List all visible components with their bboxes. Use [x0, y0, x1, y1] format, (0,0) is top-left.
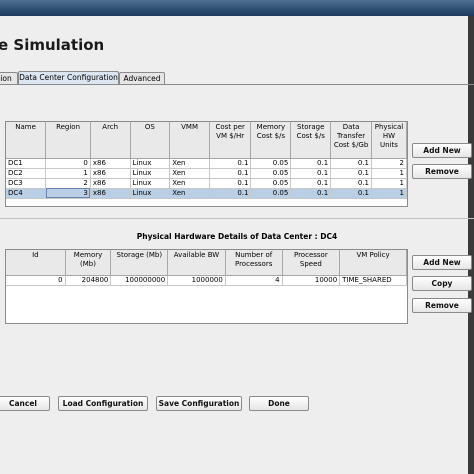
table-cell[interactable]: x86 — [90, 168, 131, 179]
table-cell[interactable]: 2 — [371, 158, 407, 169]
table-cell[interactable]: 0.1 — [290, 158, 332, 169]
table-cell[interactable]: DC2 — [6, 168, 47, 179]
column-header[interactable]: Region — [45, 122, 91, 159]
table-cell[interactable]: 0.1 — [290, 188, 332, 199]
table-cell[interactable]: Linux — [130, 168, 171, 179]
table-cell[interactable]: DC1 — [6, 158, 47, 169]
table-cell[interactable]: 10000 — [282, 275, 341, 286]
column-header[interactable]: Processor Speed — [282, 250, 341, 276]
column-header[interactable]: Memory Cost $/s — [250, 122, 292, 159]
table-cell[interactable]: 0.05 — [250, 178, 292, 189]
datacenter-table[interactable]: Name Region Arch OS VMM Cost per VM $/Hr… — [5, 121, 408, 207]
table-cell[interactable]: 1000000 — [167, 275, 226, 286]
column-header[interactable]: OS — [130, 122, 171, 159]
column-header[interactable]: Available BW — [167, 250, 226, 276]
page-title: e Simulation — [0, 36, 105, 54]
column-header[interactable]: VMM — [169, 122, 210, 159]
column-header[interactable]: Storage (Mb) — [110, 250, 169, 276]
table-cell[interactable]: 0.1 — [209, 158, 252, 169]
table-cell[interactable]: TIME_SHARED — [339, 275, 407, 286]
table-cell[interactable]: x86 — [90, 188, 131, 199]
column-header[interactable]: Number of Processors — [225, 250, 283, 276]
table-cell[interactable]: 100000000 — [110, 275, 169, 286]
tab-data-center-configuration[interactable]: Data Center Configuration — [18, 71, 119, 85]
column-header[interactable]: Id — [6, 250, 66, 276]
column-header[interactable]: Name — [6, 122, 47, 159]
hardware-section-title: Physical Hardware Details of Data Center… — [136, 232, 338, 241]
hardware-header-row: Id Memory (Mb) Storage (Mb) Available BW… — [6, 250, 407, 276]
table-cell[interactable]: 0 — [45, 158, 91, 169]
column-header[interactable]: Data Transfer Cost $/Gb — [330, 122, 372, 159]
datacenter-header-row: Name Region Arch OS VMM Cost per VM $/Hr… — [6, 122, 407, 159]
table-row-selected[interactable]: DC4 3 x86 Linux Xen 0.1 0.05 0.1 0.1 1 — [6, 188, 407, 199]
table-row[interactable]: DC3 2 x86 Linux Xen 0.1 0.05 0.1 0.1 1 — [6, 178, 407, 189]
table-cell[interactable]: 0.05 — [250, 168, 292, 179]
table-cell[interactable]: 0.05 — [250, 158, 292, 169]
window-titlebar[interactable] — [0, 0, 474, 16]
column-header[interactable]: Arch — [90, 122, 131, 159]
table-cell[interactable]: 0.1 — [209, 168, 252, 179]
column-header[interactable]: Memory (Mb) — [65, 250, 112, 276]
table-cell[interactable]: 0.1 — [290, 168, 332, 179]
table-cell[interactable]: 2 — [45, 178, 91, 189]
table-cell[interactable]: 1 — [371, 168, 407, 179]
table-cell[interactable]: Xen — [169, 188, 210, 199]
table-cell[interactable]: 0.1 — [209, 178, 252, 189]
table-cell[interactable]: 0.1 — [209, 188, 252, 199]
column-header[interactable]: Cost per VM $/Hr — [209, 122, 252, 159]
load-configuration-button[interactable]: Load Configuration — [58, 396, 148, 411]
table-row[interactable]: 0 204800 100000000 1000000 4 10000 TIME_… — [6, 275, 407, 286]
table-cell[interactable]: 1 — [371, 178, 407, 189]
table-cell[interactable]: 0.1 — [290, 178, 332, 189]
cancel-button[interactable]: Cancel — [0, 396, 50, 411]
remove-hardware-button[interactable]: Remove — [412, 298, 472, 313]
table-cell[interactable]: Linux — [130, 158, 171, 169]
table-cell[interactable]: Xen — [169, 178, 210, 189]
table-cell[interactable]: x86 — [90, 158, 131, 169]
table-cell[interactable]: 0.1 — [330, 188, 372, 199]
table-cell[interactable]: 1 — [371, 188, 407, 199]
save-configuration-button[interactable]: Save Configuration — [156, 396, 242, 411]
datacenter-grid: Name Region Arch OS VMM Cost per VM $/Hr… — [6, 122, 407, 199]
column-header[interactable]: Physical HW Units — [371, 122, 407, 159]
table-row[interactable]: DC2 1 x86 Linux Xen 0.1 0.05 0.1 0.1 1 — [6, 168, 407, 179]
table-cell[interactable]: Xen — [169, 168, 210, 179]
table-cell[interactable]: DC3 — [6, 178, 47, 189]
add-hardware-button[interactable]: Add New — [412, 255, 472, 270]
hardware-grid: Id Memory (Mb) Storage (Mb) Available BW… — [6, 250, 407, 286]
table-cell[interactable]: DC4 — [6, 188, 47, 199]
table-cell[interactable]: 204800 — [65, 275, 112, 286]
copy-hardware-button[interactable]: Copy — [412, 276, 472, 291]
done-button[interactable]: Done — [249, 396, 309, 411]
table-cell[interactable]: 4 — [225, 275, 283, 286]
table-cell[interactable]: Xen — [169, 158, 210, 169]
table-row[interactable]: DC1 0 x86 Linux Xen 0.1 0.05 0.1 0.1 2 — [6, 158, 407, 169]
table-cell[interactable]: 0.1 — [330, 158, 372, 169]
column-header[interactable]: Storage Cost $/s — [290, 122, 332, 159]
table-cell[interactable]: 0.05 — [250, 188, 292, 199]
table-cell[interactable]: 1 — [45, 168, 91, 179]
table-cell[interactable]: Linux — [130, 178, 171, 189]
remove-datacenter-button[interactable]: Remove — [412, 164, 472, 179]
table-cell[interactable]: x86 — [90, 178, 131, 189]
table-cell[interactable]: Linux — [130, 188, 171, 199]
table-cell[interactable]: 0 — [6, 275, 66, 286]
table-cell-focused[interactable]: 3 — [45, 188, 91, 199]
table-cell[interactable]: 0.1 — [330, 168, 372, 179]
add-datacenter-button[interactable]: Add New — [412, 143, 472, 158]
table-cell[interactable]: 0.1 — [330, 178, 372, 189]
hardware-table[interactable]: Id Memory (Mb) Storage (Mb) Available BW… — [5, 249, 408, 324]
column-header[interactable]: VM Policy — [339, 250, 407, 276]
tab-divider — [0, 84, 474, 85]
section-separator — [0, 218, 474, 219]
